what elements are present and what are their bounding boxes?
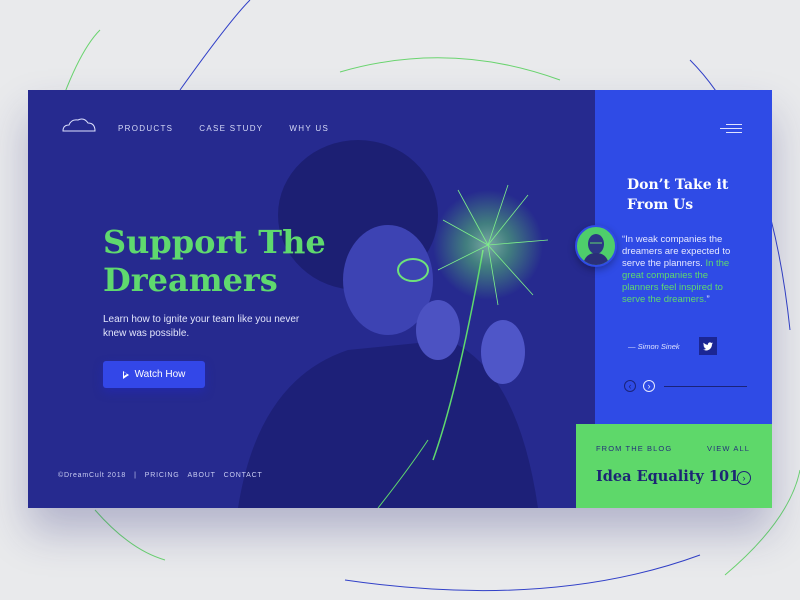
nav-why-us[interactable]: WHY US xyxy=(289,124,329,133)
blog-title: Idea Equality 101 xyxy=(596,468,740,485)
cloud-icon[interactable] xyxy=(61,117,97,133)
watch-how-label: Watch How xyxy=(134,369,186,380)
view-all-link[interactable]: VIEW ALL xyxy=(707,444,750,453)
arrow-right-icon[interactable]: › xyxy=(737,471,751,485)
slider-track xyxy=(664,386,747,387)
quote-author: — Simon Sinek xyxy=(628,342,680,351)
copyright: ©DreamCult 2018 xyxy=(58,472,127,479)
play-icon xyxy=(122,370,129,379)
hero-photo xyxy=(238,140,549,508)
hero-section: PRODUCTS CASE STUDY WHY US Support The D… xyxy=(28,90,595,508)
blog-label: FROM THE BLOG xyxy=(596,444,673,453)
avatar xyxy=(575,225,617,267)
quote-close: ” xyxy=(706,294,710,305)
twitter-icon[interactable] xyxy=(699,337,717,355)
footer-separator: | xyxy=(134,472,137,479)
footer-link-pricing[interactable]: PRICING xyxy=(145,472,180,479)
watch-how-button[interactable]: Watch How xyxy=(103,361,205,388)
hero-subtitle: Learn how to ignite your team like you n… xyxy=(103,314,300,339)
footer: ©DreamCult 2018 | PRICING ABOUT CONTACT xyxy=(58,472,271,479)
testimonial-quote: “In weak companies the dreamers are expe… xyxy=(622,234,732,306)
arrow-left-icon[interactable]: ‹ xyxy=(624,380,636,392)
arrow-right-icon[interactable]: › xyxy=(643,380,655,392)
blog-card[interactable]: FROM THE BLOG VIEW ALL Idea Equality 101… xyxy=(576,424,772,508)
hero-title: Support The Dreamers xyxy=(103,223,326,299)
footer-link-about[interactable]: ABOUT xyxy=(188,472,216,479)
testimonial-panel: Don’t Take it From Us “In weak companies… xyxy=(575,90,772,424)
nav-products[interactable]: PRODUCTS xyxy=(118,124,173,133)
footer-link-contact[interactable]: CONTACT xyxy=(224,472,263,479)
landing-card: PRODUCTS CASE STUDY WHY US Support The D… xyxy=(28,90,772,508)
testimonial-heading: Don’t Take it From Us xyxy=(627,177,729,213)
nav-case-study[interactable]: CASE STUDY xyxy=(199,124,263,133)
main-nav: PRODUCTS CASE STUDY WHY US xyxy=(118,124,355,133)
hamburger-icon[interactable] xyxy=(720,124,742,133)
